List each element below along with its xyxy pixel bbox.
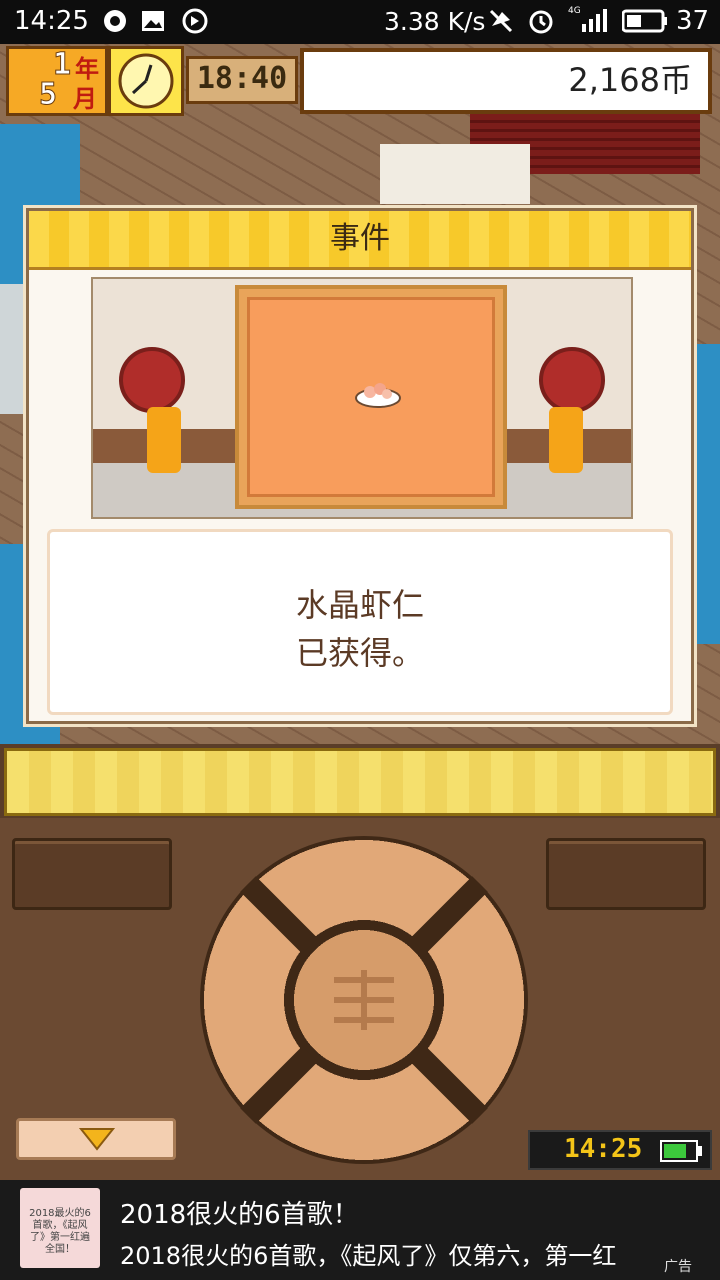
obtained-text: 已获得。 xyxy=(295,634,424,672)
calendar-display: 1 年 5 月 xyxy=(6,46,108,116)
signal-icon xyxy=(580,8,607,34)
shrimp-dish-icon xyxy=(354,376,402,414)
mute-icon xyxy=(488,8,514,34)
chef-character xyxy=(147,407,181,473)
month-unit: 月 xyxy=(73,85,97,113)
waitress-character xyxy=(549,407,583,473)
right-menu-button[interactable] xyxy=(546,838,706,910)
sync-icon xyxy=(182,8,208,34)
dialog-title: 事件 xyxy=(330,221,390,256)
clock-icon xyxy=(108,46,184,116)
triangle-down-icon xyxy=(78,1127,116,1155)
event-dialog: 事件 水晶虾仁 已获得。 xyxy=(26,208,694,724)
ad-thumbnail[interactable]: 2018最火的6首歌，《起风了》第一红遍全国！ xyxy=(20,1188,100,1268)
battery-level: 37 xyxy=(676,6,710,36)
status-bar: 14:25 3.38 K/s 4G 37 xyxy=(0,0,720,44)
game-time: 18:40 xyxy=(186,56,298,104)
gallery-icon xyxy=(140,8,166,34)
ad-thumbnail-text: 2018最火的6首歌，《起风了》第一红遍全国！ xyxy=(29,1208,91,1255)
info-bar xyxy=(4,748,716,816)
app-icon xyxy=(102,8,128,34)
alarm-icon xyxy=(528,8,554,34)
message-box: 水晶虾仁 已获得。 xyxy=(47,529,673,715)
battery-icon xyxy=(660,1140,704,1166)
coin-balance: 2,168币 xyxy=(300,48,712,114)
mini-clock: 14:25 xyxy=(528,1130,712,1170)
ad-description[interactable]: 2018很火的6首歌，《起风了》仅第六，第一红 xyxy=(120,1236,662,1271)
month-number: 5 xyxy=(38,77,58,113)
item-card-inner xyxy=(247,297,495,497)
network-type: 4G xyxy=(568,6,581,16)
ad-title[interactable]: 2018很火的6首歌！ xyxy=(120,1194,359,1231)
round-window xyxy=(539,347,605,413)
status-time: 14:25 xyxy=(14,6,89,36)
net-speed: 3.38 K/s xyxy=(384,7,486,36)
ad-label: 广告 xyxy=(664,1259,692,1275)
scroll-down-button[interactable] xyxy=(16,1118,176,1160)
item-name: 水晶虾仁 xyxy=(295,586,424,624)
water-area xyxy=(690,344,720,644)
left-menu-button[interactable] xyxy=(12,838,172,910)
mini-clock-time: 14:25 xyxy=(564,1134,643,1164)
ad-banner[interactable]: 2018最火的6首歌，《起风了》第一红遍全国！ 2018很火的6首歌！ 2018… xyxy=(0,1180,720,1280)
item-card xyxy=(235,285,507,509)
battery-icon xyxy=(621,8,668,34)
round-window xyxy=(119,347,185,413)
building-wall xyxy=(380,144,530,204)
directional-pad[interactable] xyxy=(200,836,528,1164)
